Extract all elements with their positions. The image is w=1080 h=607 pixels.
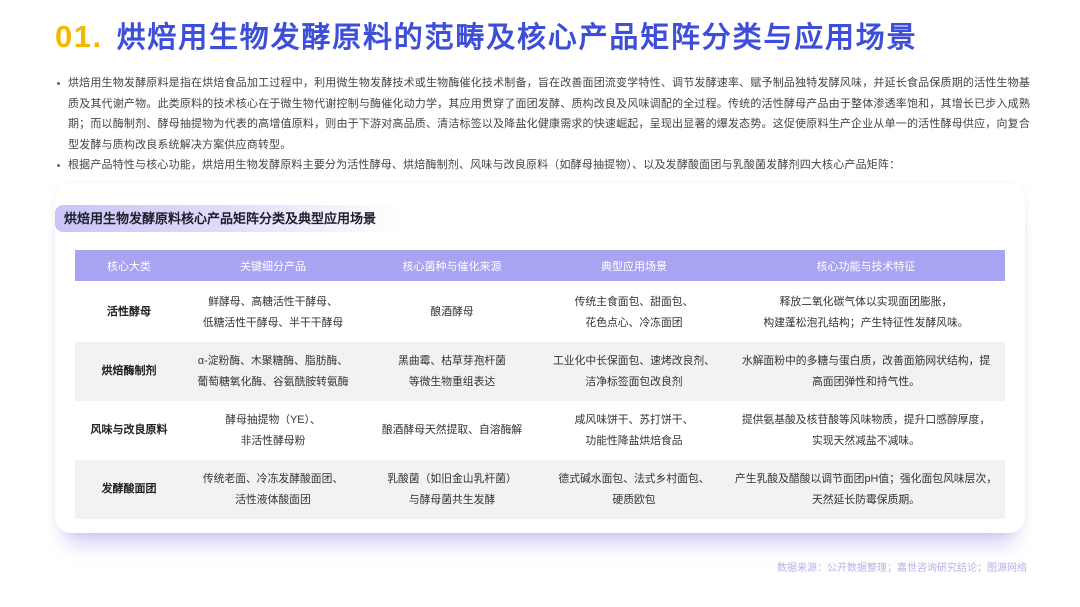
cell-products: α-淀粉酶、木聚糖酶、脂肪酶、 葡萄糖氧化酶、谷氨酰胺转氨酶 (197, 354, 349, 388)
table-row: 发酵酸面团 传统老面、冷冻发酵酸面团、 活性液体酸面团 乳酸菌（如旧金山乳杆菌）… (75, 460, 1005, 519)
card-title: 烘焙用生物发酵原料核心产品矩阵分类及典型应用场景 (55, 205, 400, 232)
table-header-category: 核心大类 (107, 260, 151, 273)
table-row: 风味与改良原料 酵母抽提物（YE）、 非活性酵母粉 酿酒酵母天然提取、自溶酶解 … (75, 401, 1005, 460)
table-header-functions: 核心功能与技术特征 (816, 260, 916, 273)
cell-products: 传统老面、冷冻发酵酸面团、 活性液体酸面团 (202, 472, 344, 506)
section-number: 01. (55, 19, 103, 54)
bullet-text: 烘焙用生物发酵原料是指在烘焙食品加工过程中，利用微生物发酵技术或生物酶催化技术制… (68, 77, 1030, 151)
product-matrix-table: 核心大类 关键细分产品 核心菌种与催化来源 典型应用场景 核心功能与技术特征 活… (75, 250, 1005, 519)
table-row: 烘焙酶制剂 α-淀粉酶、木聚糖酶、脂肪酶、 葡萄糖氧化酶、谷氨酰胺转氨酶 黑曲霉… (75, 342, 1005, 401)
cell-scenarios: 传统主食面包、甜面包、 花色点心、冷冻面团 (574, 295, 694, 329)
cell-products: 酵母抽提物（YE）、 非活性酵母粉 (225, 413, 321, 447)
page-title: 01. 烘焙用生物发酵原料的范畴及核心产品矩阵分类与应用场景 (55, 16, 917, 58)
cell-strain-source: 黑曲霉、枯草芽孢杆菌 等微生物重组表达 (398, 354, 506, 388)
page-title-text: 烘焙用生物发酵原料的范畴及核心产品矩阵分类与应用场景 (116, 22, 918, 54)
cell-strain-source: 乳酸菌（如旧金山乳杆菌） 与酵母菌共生发酵 (387, 472, 517, 506)
bullet-item: 根据产品特性与核心功能，烘焙用生物发酵原料主要分为活性酵母、烘焙酶制剂、风味与改… (55, 155, 1030, 176)
cell-category: 活性酵母 (107, 306, 151, 318)
product-matrix-card: 烘焙用生物发酵原料核心产品矩阵分类及典型应用场景 核心大类 关键细分产品 核心菌… (55, 183, 1025, 533)
bullet-dot (57, 164, 60, 167)
bullet-dot (57, 82, 60, 85)
cell-functions: 产生乳酸及醋酸以调节面团pH值；强化面包风味层次， 天然延长防霉保质期。 (734, 472, 998, 506)
cell-scenarios: 咸风味饼干、苏打饼干、 功能性降盐烘焙食品 (574, 413, 694, 447)
cell-products: 鲜酵母、高糖活性干酵母、 低糖活性干酵母、半干干酵母 (202, 295, 344, 329)
table-header-row: 核心大类 关键细分产品 核心菌种与催化来源 典型应用场景 核心功能与技术特征 (75, 250, 1005, 281)
cell-category: 发酵酸面团 (101, 483, 157, 495)
cell-strain-source: 酿酒酵母 (430, 306, 474, 318)
table-row: 活性酵母 鲜酵母、高糖活性干酵母、 低糖活性干酵母、半干干酵母 酿酒酵母 传统主… (75, 283, 1005, 342)
cell-functions: 提供氨基酸及核苷酸等风味物质，提升口感醇厚度， 实现天然减盐不减味。 (741, 413, 991, 447)
table-header-strain-source: 核心菌种与催化来源 (402, 260, 502, 273)
cell-category: 风味与改良原料 (90, 424, 168, 436)
cell-category: 烘焙酶制剂 (101, 365, 157, 377)
cell-functions: 释放二氧化碳气体以实现面团膨胀， 构建蓬松泡孔结构；产生特征性发酵风味。 (763, 295, 969, 329)
cell-scenarios: 工业化中长保面包、速烤改良剂、 洁净标签面包改良剂 (553, 354, 715, 388)
cell-strain-source: 酿酒酵母天然提取、自溶酶解 (381, 424, 523, 436)
cell-functions: 水解面粉中的多糖与蛋白质，改善面筋网状结构，提 高面团弹性和持气性。 (741, 354, 991, 388)
bullet-item: 烘焙用生物发酵原料是指在烘焙食品加工过程中，利用微生物发酵技术或生物酶催化技术制… (55, 73, 1030, 155)
table-header-scenarios: 典型应用场景 (601, 260, 667, 273)
slide-page: 01. 烘焙用生物发酵原料的范畴及核心产品矩阵分类与应用场景 烘焙用生物发酵原料是… (0, 0, 1080, 607)
data-source-note: 数据来源：公开数据整理；嘉世咨询研究结论；图源网络 (777, 563, 1027, 574)
table-header-products: 关键细分产品 (240, 260, 306, 273)
bullet-text: 根据产品特性与核心功能，烘焙用生物发酵原料主要分为活性酵母、烘焙酶制剂、风味与改… (68, 159, 901, 171)
cell-scenarios: 德式碱水面包、法式乡村面包、 硬质欧包 (558, 472, 710, 506)
intro-bullet-list: 烘焙用生物发酵原料是指在烘焙食品加工过程中，利用微生物发酵技术或生物酶催化技术制… (55, 73, 1030, 176)
